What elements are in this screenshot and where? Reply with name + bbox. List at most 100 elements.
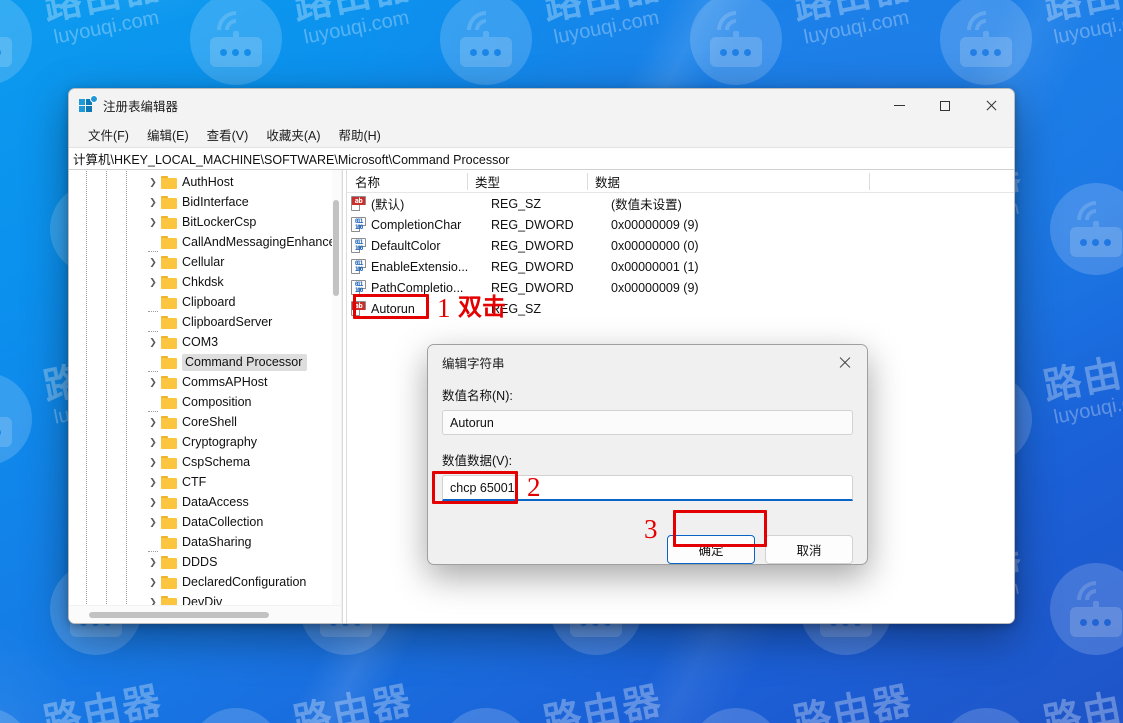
value-row-4[interactable]: 011 100 PathCompletio... REG_DWORD 0x0000000… [347,277,1014,298]
tree-item-7[interactable]: ClipboardServer [69,311,341,332]
value-data: 0x00000009 (9) [611,217,699,232]
watermark-cn-text: 路由器 [1039,342,1123,410]
value-name: PathCompletio... [371,280,464,295]
tree-indent [69,451,145,472]
tree-item-10[interactable]: ❯ CommsAPHost [69,371,341,392]
tree-horizontal-scrollbar[interactable] [69,605,341,623]
chevron-right-icon[interactable]: ❯ [145,332,161,352]
chevron-right-icon[interactable]: ❯ [145,212,161,232]
menu-item-0[interactable]: 文件(F) [79,123,138,146]
tree-item-19[interactable]: ❯ DDDS [69,551,341,572]
tree-horizontal-scrollbar-thumb[interactable] [89,612,269,618]
chevron-right-icon[interactable]: ❯ [145,452,161,472]
tree-item-17[interactable]: ❯ DataCollection [69,511,341,532]
minimize-icon [893,105,905,106]
menu-item-2[interactable]: 查看(V) [198,123,258,146]
folder-icon [161,215,177,229]
menu-item-3[interactable]: 收藏夹(A) [257,123,329,146]
chevron-right-icon[interactable]: ❯ [145,552,161,572]
tree-item-20[interactable]: ❯ DeclaredConfiguration [69,571,341,592]
folder-icon [161,395,177,409]
tree-item-14[interactable]: ❯ CspSchema [69,451,341,472]
watermark-tile: 路由器luyouqi.com [1050,165,1123,315]
chevron-right-icon[interactable]: ❯ [145,432,161,452]
chevron-right-icon[interactable]: ❯ [145,172,161,192]
chevron-right-icon[interactable]: ❯ [145,512,161,532]
registry-tree-scroll: ❯ AuthHost ❯ BidInterface ❯ BitLockerCsp CallA… [69,170,341,605]
tree-item-11[interactable]: Composition [69,391,341,412]
dword-value-icon: 011 100 [351,280,366,295]
tree-indent [69,271,145,292]
watermark-tile: 路由器luyouqi.com [1050,545,1123,695]
tree-item-9[interactable]: Command Processor [69,351,341,372]
value-type: REG_DWORD [491,259,574,274]
value-row-5[interactable]: ab Autorun REG_SZ [347,298,1014,319]
tree-item-4[interactable]: ❯ Cellular [69,251,341,272]
chevron-right-icon[interactable]: ❯ [145,572,161,592]
address-bar[interactable]: 计算机\HKEY_LOCAL_MACHINE\SOFTWARE\Microsof… [69,147,1014,170]
minimize-button[interactable] [876,89,922,122]
value-name: DefaultColor [371,238,441,253]
tree-item-label: DataCollection [182,514,264,529]
chevron-right-icon[interactable]: ❯ [145,472,161,492]
value-row-0[interactable]: ab (默认) REG_SZ (数值未设置) [347,193,1014,214]
chevron-right-icon[interactable]: ❯ [145,272,161,292]
tree-indent [69,591,145,605]
watermark-cn-text: 路由器 [1039,677,1123,723]
tree-item-6[interactable]: Clipboard [69,291,341,312]
value-row-2[interactable]: 011 100 DefaultColor REG_DWORD 0x00000000 (0… [347,235,1014,256]
tree-item-12[interactable]: ❯ CoreShell [69,411,341,432]
folder-icon [161,535,177,549]
chevron-right-icon[interactable]: ❯ [145,592,161,605]
tree-vertical-scrollbar-thumb[interactable] [333,200,339,296]
router-icon [1050,183,1123,275]
value-type: REG_SZ [491,196,542,211]
tree-indent [69,251,145,272]
tree-item-label: CTF [182,474,207,489]
router-icon [690,708,782,723]
value-list-header: 名称 类型 数据 [347,170,1014,193]
tree-item-label: Command Processor [182,353,308,371]
tree-item-label: CoreShell [182,414,237,429]
tree-indent [69,311,145,332]
menu-item-1[interactable]: 编辑(E) [138,123,198,146]
chevron-right-icon[interactable]: ❯ [145,252,161,272]
close-button[interactable] [968,89,1014,122]
tree-vertical-scrollbar[interactable] [332,170,341,605]
tree-item-5[interactable]: ❯ Chkdsk [69,271,341,292]
value-row-1[interactable]: 011 100 CompletionChar REG_DWORD 0x00000009 … [347,214,1014,235]
router-icon [940,708,1032,723]
chevron-right-icon[interactable]: ❯ [145,372,161,392]
chevron-right-icon[interactable]: ❯ [145,492,161,512]
tree-indent [69,211,145,232]
tree-item-16[interactable]: ❯ DataAccess [69,491,341,512]
tree-item-13[interactable]: ❯ Cryptography [69,431,341,452]
ok-button[interactable]: 确定 [667,535,755,564]
value-data: (数值未设置) [611,198,682,212]
tree-item-2[interactable]: ❯ BitLockerCsp [69,211,341,232]
tree-item-15[interactable]: ❯ CTF [69,471,341,492]
column-header-data[interactable]: 数据 [587,170,869,193]
tree-item-18[interactable]: DataSharing [69,531,341,552]
tree-item-label: DevDiv [182,594,223,606]
value-row-3[interactable]: 011 100 EnableExtensio... REG_DWORD 0x000000… [347,256,1014,277]
menu-item-4[interactable]: 帮助(H) [329,123,389,146]
dword-value-icon: 011 100 [351,217,366,232]
tree-item-1[interactable]: ❯ BidInterface [69,191,341,212]
cancel-button[interactable]: 取消 [765,535,853,564]
value-type: REG_DWORD [491,280,574,295]
folder-icon [161,195,177,209]
tree-item-0[interactable]: ❯ AuthHost [69,171,341,192]
value-name-input[interactable]: Autorun [442,410,853,435]
chevron-right-icon[interactable]: ❯ [145,192,161,212]
chevron-right-icon[interactable]: ❯ [145,412,161,432]
tree-item-8[interactable]: ❯ COM3 [69,331,341,352]
value-data-input[interactable]: chcp 65001 [442,475,853,501]
tree-item-3[interactable]: CallAndMessagingEnhancement [69,231,341,252]
maximize-button[interactable] [922,89,968,122]
tree-item-label: Cellular [182,254,225,269]
dialog-close-button[interactable] [823,345,867,379]
column-header-name[interactable]: 名称 [347,170,467,193]
column-header-type[interactable]: 类型 [467,170,587,193]
tree-item-21[interactable]: ❯ DevDiv [69,591,341,606]
